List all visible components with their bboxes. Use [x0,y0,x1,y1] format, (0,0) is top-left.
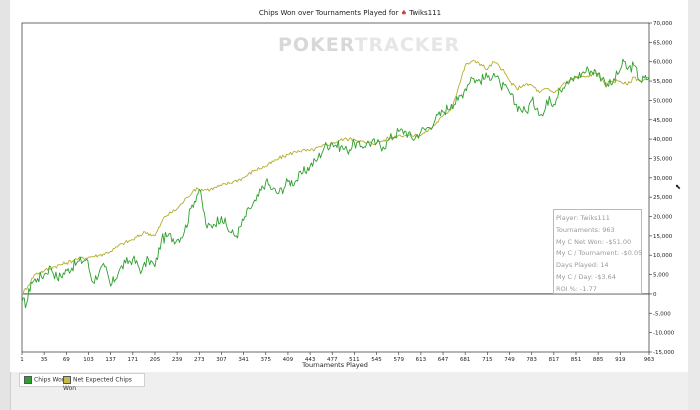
stat-days-played: Days Played: 14 [556,261,609,270]
x-tick-label: 69 [63,357,70,363]
x-tick-label: 963 [644,357,655,363]
y-tick-label: 60,000 [653,60,673,66]
stat-per-tournament: My C / Tournament: -$0.05 [556,249,643,258]
y-tick-label: 5,000 [653,273,669,279]
chart-legend: Chips Won Net Expected Chips Won [19,373,145,392]
stat-roi: ROI %: -1.77 [556,284,597,293]
x-tick-label: 375 [261,357,272,363]
x-tick-label: 307 [216,357,227,363]
net-expected-swatch [63,376,71,384]
stat-player: Player: Twiks111 [556,214,610,222]
y-tick-label: 35,000 [653,156,673,162]
x-tick-label: 35 [41,357,48,363]
y-tick-label: -15,000 [653,350,675,356]
x-tick-label: 817 [549,357,560,363]
y-tick-label: 30,000 [653,176,673,182]
stat-net-won: My C Net Won: -$51.00 [556,237,632,246]
legend-chips-won-label: Chips Won [34,376,66,384]
x-tick-label: 749 [504,357,515,363]
legend-item-net-expected[interactable]: Net Expected Chips Won [63,376,144,392]
x-tick-label: 579 [393,357,404,363]
y-tick-label: 15,000 [653,234,673,240]
axes-layer [21,22,650,353]
stats-box: Player: Twiks111 Tournaments: 963 My C N… [553,209,642,294]
x-tick-label: 137 [105,357,116,363]
x-tick-label: 681 [460,357,471,363]
x-tick-label: 613 [416,357,427,363]
legend-item-chips-won[interactable]: Chips Won [24,376,66,384]
x-tick-label: 545 [371,357,382,363]
x-tick-label: 715 [482,357,493,363]
cursor-icon: ⬉ [675,183,681,191]
x-tick-label: 409 [283,357,294,363]
x-tick-label: 647 [438,357,449,363]
stat-tournaments: Tournaments: 963 [556,225,615,234]
plot-border [21,22,650,353]
x-tick-label: 919 [615,357,626,363]
x-axis-label: Tournaments Played [301,361,368,369]
y-tick-label: 20,000 [653,215,673,221]
tick-layer: 70,000 65,000 60,000 55,000 50,000 45,000 40,0… [20,21,674,363]
x-tick-label: 885 [593,357,604,363]
chips-won-swatch [24,376,32,384]
stat-per-day: My C / Day: -$3.64 [556,272,616,281]
y-tick-label: -5,000 [653,311,671,317]
y-tick-label: 55,000 [653,79,673,85]
x-tick-label: 851 [571,357,582,363]
window-frame: Chips Won over Tournaments Played for ♠ … [0,0,700,410]
y-tick-label: -10,000 [653,331,675,337]
x-tick-label: 205 [150,357,161,363]
x-tick-label: 171 [128,357,139,363]
x-tick-label: 1 [20,357,24,363]
y-tick-label: 65,000 [653,40,673,46]
x-tick-label: 341 [238,357,249,363]
y-tick-label: 25,000 [653,195,673,201]
y-tick-label: 70,000 [653,21,673,27]
x-tick-label: 239 [172,357,183,363]
x-tick-label: 103 [83,357,94,363]
y-tick-label: 0 [653,292,657,298]
x-tick-label: 783 [526,357,537,363]
x-tick-label: 273 [194,357,205,363]
y-tick-label: 40,000 [653,137,673,143]
y-tick-label: 50,000 [653,98,673,104]
line-chart: 70,000 65,000 60,000 55,000 50,000 45,000 40,0… [20,21,674,369]
y-tick-label: 10,000 [653,253,673,259]
y-tick-label: 45,000 [653,118,673,124]
